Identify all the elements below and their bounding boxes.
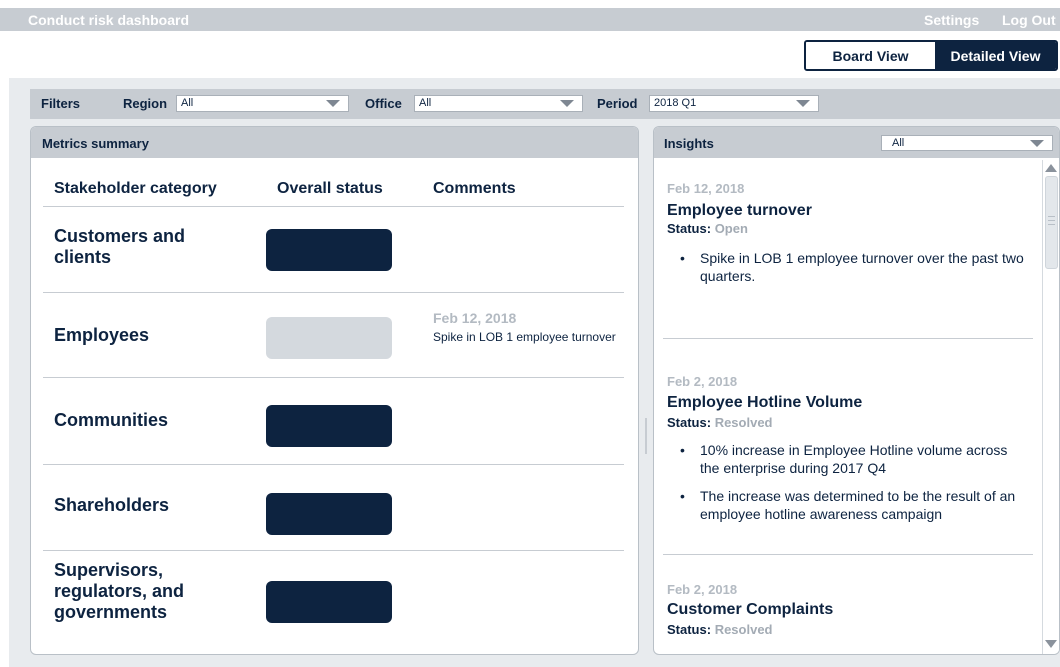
chevron-down-icon: [326, 100, 340, 107]
status-indicator[interactable]: [266, 581, 392, 623]
row-divider: [43, 206, 624, 207]
arrow-down-icon[interactable]: [1045, 640, 1057, 648]
bullet-icon: •: [680, 442, 685, 458]
insight-title[interactable]: Employee turnover: [667, 202, 812, 220]
settings-link[interactable]: Settings: [924, 12, 979, 28]
status-indicator[interactable]: [266, 493, 392, 535]
filters-title: Filters: [41, 96, 81, 111]
insight-status-value: Resolved: [714, 622, 773, 637]
metrics-summary-title: Metrics summary: [42, 136, 149, 151]
period-label: Period: [597, 96, 638, 111]
chevron-down-icon: [560, 100, 574, 107]
app-title: Conduct risk dashboard: [28, 12, 190, 28]
region-label: Region: [123, 96, 168, 111]
chevron-down-icon: [796, 100, 810, 107]
bullet-icon: •: [680, 488, 685, 504]
scrollbar-thumb[interactable]: [1045, 176, 1058, 269]
filters-bar: Filters Region All Office All Period 201…: [30, 89, 1060, 119]
insight-bullet-text: Spike in LOB 1 employee turnover over th…: [700, 250, 1024, 284]
insight-date: Feb 12, 2018: [667, 181, 745, 196]
status-indicator[interactable]: [266, 229, 392, 271]
panel-splitter-handle[interactable]: [645, 418, 647, 454]
insights-header: Insights All: [654, 127, 1059, 158]
insight-date: Feb 2, 2018: [667, 374, 738, 389]
top-bar: Conduct risk dashboard Settings Log Out: [0, 8, 1060, 31]
office-select[interactable]: All: [414, 95, 583, 112]
region-select-value: All: [181, 97, 194, 109]
insight-title[interactable]: Customer Complaints: [667, 601, 833, 619]
office-label: Office: [365, 96, 402, 111]
insights-panel: Insights All Feb 12, 2018 Employee turno…: [653, 126, 1060, 655]
insights-scrollbar[interactable]: [1042, 160, 1059, 654]
region-select[interactable]: All: [176, 95, 349, 112]
category-communities: Communities: [54, 410, 169, 430]
insight-status: Status: Resolved: [667, 415, 773, 430]
insight-status: Status: Resolved: [667, 622, 773, 637]
insights-title: Insights: [664, 136, 714, 151]
insight-bullet: • 10% increase in Employee Hotline volum…: [680, 441, 1025, 477]
insight-status-label: Status:: [667, 622, 712, 637]
column-header-comments: Comments: [433, 180, 516, 197]
comment-text: Spike in LOB 1 employee turnover: [433, 330, 616, 344]
logout-link[interactable]: Log Out: [1002, 12, 1056, 28]
row-divider: [43, 464, 624, 465]
insights-filter-value: All: [892, 137, 905, 149]
insight-divider: [663, 338, 1033, 339]
detailed-view-button[interactable]: Detailed View: [935, 42, 1056, 69]
insight-status-value: Open: [714, 221, 748, 236]
row-divider: [43, 377, 624, 378]
insight-bullet: • The increase was determined to be the …: [680, 487, 1025, 523]
arrow-up-icon[interactable]: [1045, 164, 1057, 172]
insight-bullet: • Spike in LOB 1 employee turnover over …: [680, 249, 1025, 285]
insight-status: Status: Open: [667, 221, 748, 236]
grip-line: [1048, 220, 1055, 221]
category-shareholders: Shareholders: [54, 495, 170, 515]
office-select-value: All: [419, 97, 432, 109]
metrics-summary-panel: Metrics summary Stakeholder category Ove…: [30, 126, 639, 655]
insight-status-label: Status:: [667, 221, 712, 236]
insights-filter-select[interactable]: All: [881, 135, 1053, 151]
grip-line: [1048, 216, 1055, 217]
view-toggle: Board View Detailed View: [804, 40, 1058, 71]
category-employees: Employees: [54, 325, 150, 345]
row-divider: [43, 550, 624, 551]
column-header-status: Overall status: [277, 180, 383, 197]
column-header-category: Stakeholder category: [54, 180, 217, 197]
insight-status-value: Resolved: [714, 415, 773, 430]
period-select-value: 2018 Q1: [654, 97, 697, 109]
metrics-summary-header: Metrics summary: [31, 127, 638, 158]
insight-divider: [663, 554, 1033, 555]
grip-line: [1048, 224, 1055, 225]
board-view-button[interactable]: Board View: [806, 42, 935, 69]
bullet-icon: •: [680, 250, 685, 266]
row-divider: [43, 292, 624, 293]
period-select[interactable]: 2018 Q1: [649, 95, 819, 112]
insight-date: Feb 2, 2018: [667, 582, 738, 597]
chevron-down-icon: [1030, 140, 1044, 147]
insight-bullet-text: The increase was determined to be the re…: [700, 488, 1016, 522]
insight-status-label: Status:: [667, 415, 712, 430]
comment-date: Feb 12, 2018: [433, 310, 517, 326]
insight-title[interactable]: Employee Hotline Volume: [667, 394, 862, 412]
insight-bullet-text: 10% increase in Employee Hotline volume …: [700, 442, 1008, 476]
status-indicator[interactable]: [266, 317, 392, 359]
status-indicator[interactable]: [266, 405, 392, 447]
category-supervisors-regulators: Supervisors, regulators, and governments: [54, 560, 185, 622]
category-customers-clients: Customers and clients: [54, 226, 186, 267]
